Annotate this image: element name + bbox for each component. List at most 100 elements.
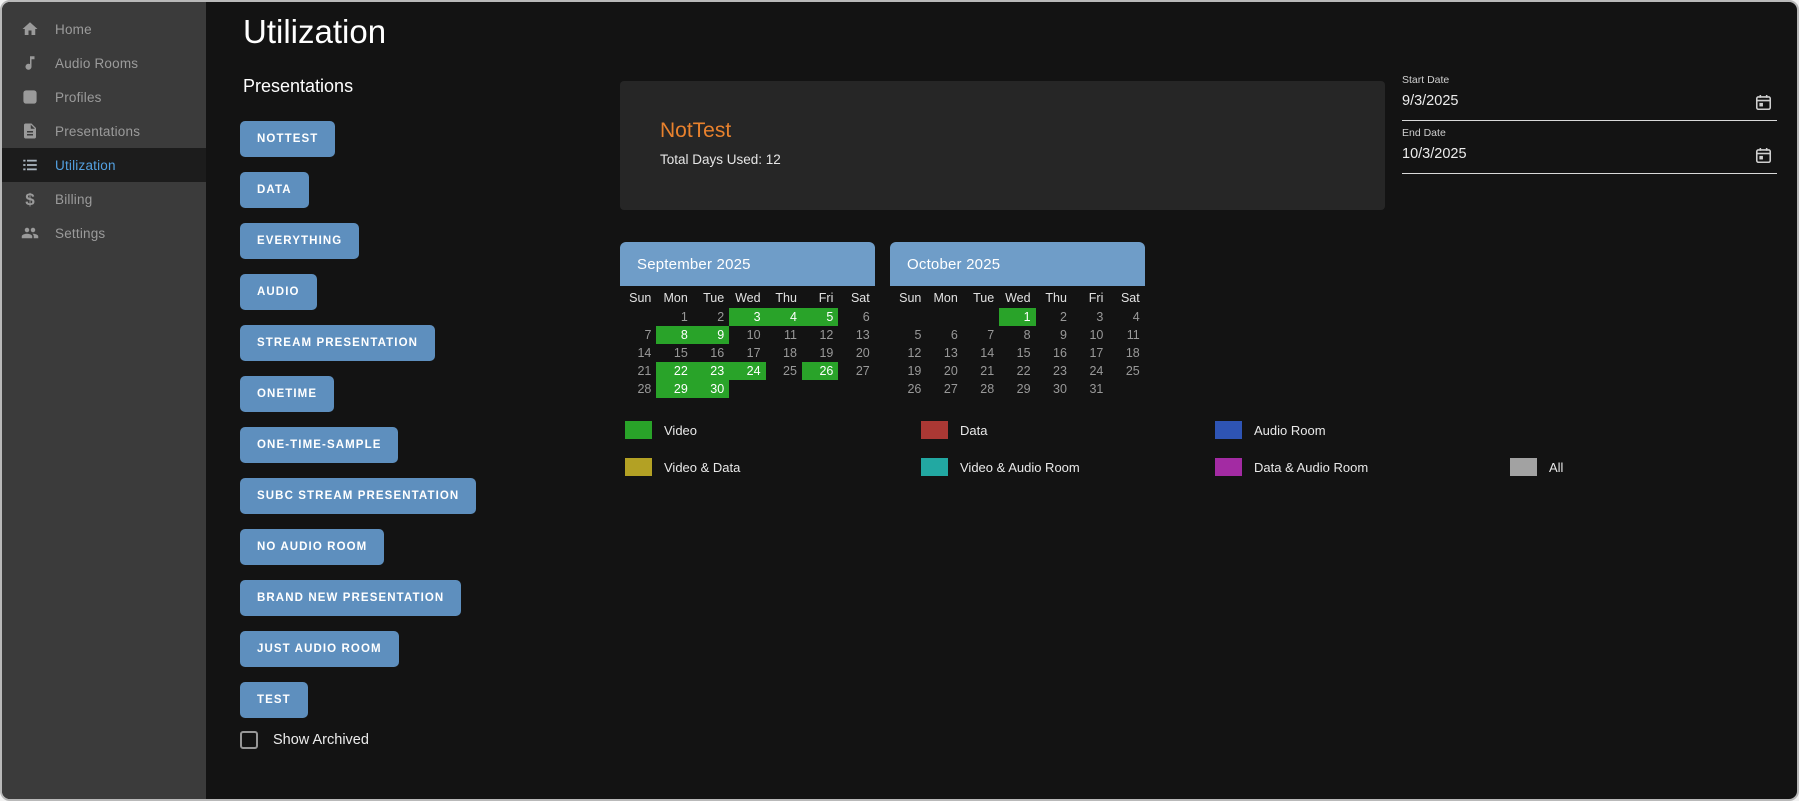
sidebar-item-profiles[interactable]: Profiles (2, 80, 206, 114)
end-date-field: End Date (1402, 121, 1777, 174)
calendar-day: 8 (656, 326, 692, 344)
presentation-button-test[interactable]: TEST (240, 682, 308, 718)
presentation-button-no-audio-room[interactable]: NO AUDIO ROOM (240, 529, 384, 565)
calendar-picker-icon[interactable] (1754, 146, 1773, 165)
calendar-day: 31 (1072, 380, 1108, 398)
calendar-weekday: Sat (1108, 288, 1144, 308)
calendar-day: 29 (999, 380, 1035, 398)
calendar-day: 5 (890, 326, 926, 344)
presentation-button-onetime[interactable]: ONETIME (240, 376, 334, 412)
calendar-day: 16 (693, 344, 729, 362)
presentation-button-data[interactable]: DATA (240, 172, 309, 208)
presentation-button-one-time-sample[interactable]: ONE-TIME-SAMPLE (240, 427, 398, 463)
calendar-weekday: Tue (963, 288, 999, 308)
sidebar-item-presentations[interactable]: Presentations (2, 114, 206, 148)
presentation-button-audio[interactable]: AUDIO (240, 274, 317, 310)
calendar-day: 26 (890, 380, 926, 398)
calendar-day: 21 (963, 362, 999, 380)
calendar-weekday: Sun (620, 288, 656, 308)
legend-label: Video & Data (664, 460, 740, 475)
calendar-weekday: Thu (766, 288, 802, 308)
page-title: Utilization (243, 13, 386, 51)
calendar-header: October 2025 (890, 242, 1145, 286)
calendar-weekday: Mon (926, 288, 962, 308)
calendar-day: 7 (620, 326, 656, 344)
calendar-day: 1 (999, 308, 1035, 326)
calendar-day: 29 (656, 380, 692, 398)
calendar-day: 14 (963, 344, 999, 362)
image-search-icon (20, 87, 40, 107)
calendar-day: 22 (656, 362, 692, 380)
calendar-day: 23 (1036, 362, 1072, 380)
calendar-day: 22 (999, 362, 1035, 380)
start-date-field: Start Date (1402, 68, 1777, 121)
calendar-day: 6 (838, 308, 874, 326)
calendar-day: 5 (802, 308, 838, 326)
calendar-day: 20 (838, 344, 874, 362)
calendar-day: 25 (1108, 362, 1144, 380)
calendar-empty-cell (838, 380, 874, 398)
calendar-picker-icon[interactable] (1754, 93, 1773, 112)
presentation-button-nottest[interactable]: NOTTEST (240, 121, 335, 157)
show-archived-checkbox[interactable] (240, 731, 258, 749)
calendar-day: 13 (926, 344, 962, 362)
legend-item-video-data: Video & Data (625, 458, 921, 476)
calendar-title: September 2025 (620, 256, 751, 273)
calendar-day: 11 (1108, 326, 1144, 344)
calendar-day: 20 (926, 362, 962, 380)
legend-item-video: Video (625, 421, 921, 439)
app-window: HomeAudio RoomsProfilesPresentationsUtil… (0, 0, 1799, 801)
presentation-button-everything[interactable]: EVERYTHING (240, 223, 359, 259)
calendar-weekday: Thu (1036, 288, 1072, 308)
legend-swatch-video (625, 421, 652, 439)
presentation-button-subc-stream-presentation[interactable]: SUBC STREAM PRESENTATION (240, 478, 476, 514)
calendar-weekday: Mon (656, 288, 692, 308)
calendar-day: 2 (1036, 308, 1072, 326)
summary-card: NotTest Total Days Used: 12 (620, 81, 1385, 210)
presentation-button-stream-presentation[interactable]: STREAM PRESENTATION (240, 325, 435, 361)
calendar-day: 6 (926, 326, 962, 344)
calendar-day: 15 (999, 344, 1035, 362)
calendar-grid: SunMonTueWedThuFriSat1234567891011121314… (620, 288, 875, 398)
summary-card-title: NotTest (660, 119, 1385, 143)
calendar-day: 13 (838, 326, 874, 344)
calendar-day: 4 (1108, 308, 1144, 326)
calendar-day: 10 (1072, 326, 1108, 344)
calendar-day: 14 (620, 344, 656, 362)
sidebar-item-billing[interactable]: $Billing (2, 182, 206, 216)
sidebar-item-home[interactable]: Home (2, 12, 206, 46)
legend-swatch-audio-room (1215, 421, 1242, 439)
start-date-label: Start Date (1402, 68, 1777, 86)
legend-label: Video & Audio Room (960, 460, 1080, 475)
calendar-day: 12 (802, 326, 838, 344)
calendar-day: 17 (729, 344, 765, 362)
legend-item-audio-room: Audio Room (1215, 421, 1510, 439)
sidebar-item-utilization[interactable]: Utilization (2, 148, 206, 182)
calendar-day: 28 (963, 380, 999, 398)
calendar-day: 27 (838, 362, 874, 380)
sidebar-item-settings[interactable]: Settings (2, 216, 206, 250)
show-archived[interactable]: Show Archived (240, 731, 369, 749)
music-note-icon (20, 53, 40, 73)
calendar-day: 4 (766, 308, 802, 326)
presentation-list: NOTTEST DATA EVERYTHING AUDIO STREAM PRESENT… (240, 121, 476, 733)
presentation-button-brand-new-presentation[interactable]: BRAND NEW PRESENTATION (240, 580, 461, 616)
calendar-day: 9 (1036, 326, 1072, 344)
end-date-input[interactable] (1402, 146, 1722, 162)
calendar-empty-cell (963, 308, 999, 326)
list-icon (20, 155, 40, 175)
calendar-day: 21 (620, 362, 656, 380)
calendar-day: 16 (1036, 344, 1072, 362)
calendar-day: 18 (1108, 344, 1144, 362)
legend-label: All (1549, 460, 1563, 475)
calendar-weekday: Fri (802, 288, 838, 308)
sidebar-item-audio-rooms[interactable]: Audio Rooms (2, 46, 206, 80)
home-icon (20, 19, 40, 39)
start-date-input[interactable] (1402, 93, 1722, 109)
calendar-grid: SunMonTueWedThuFriSat1234567891011121314… (890, 288, 1145, 398)
calendar-header: September 2025 (620, 242, 875, 286)
calendar-day: 28 (620, 380, 656, 398)
calendar-empty-cell (620, 308, 656, 326)
presentation-button-just-audio-room[interactable]: JUST AUDIO ROOM (240, 631, 399, 667)
legend-item-data-audio-room: Data & Audio Room (1215, 458, 1510, 476)
